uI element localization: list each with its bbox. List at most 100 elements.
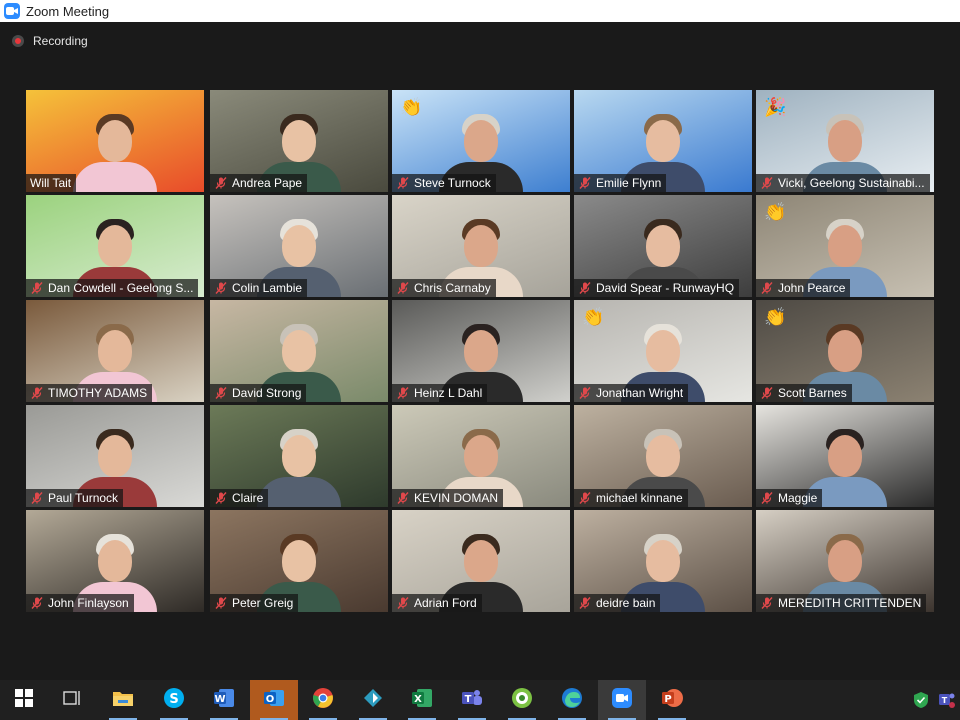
participant-nameplate: michael kinnane	[574, 489, 688, 507]
taskbar-teams-button[interactable]: T	[448, 680, 496, 720]
teams-tray-icon[interactable]: T	[936, 680, 958, 720]
zoom-camera-icon	[4, 3, 20, 19]
participant-tile[interactable]: MEREDITH CRITTENDEN	[756, 510, 934, 612]
muted-microphone-icon	[31, 492, 43, 504]
participant-name: David Strong	[232, 386, 302, 400]
participant-nameplate: Andrea Pape	[210, 174, 308, 192]
taskbar-excel-button[interactable]: X	[398, 680, 446, 720]
taskbar-greenshot-button[interactable]	[498, 680, 546, 720]
participant-tile[interactable]: Maggie	[756, 405, 934, 507]
participant-name: KEVIN DOMAN	[414, 491, 499, 505]
participant-tile[interactable]: deidre bain	[574, 510, 752, 612]
participant-tile[interactable]: Chris Carnaby	[392, 195, 570, 297]
participant-name: Vicki, Geelong Sustainabi...	[778, 176, 925, 190]
participant-name: Adrian Ford	[414, 596, 477, 610]
participant-tile[interactable]: Dan Cowdell - Geelong S...	[26, 195, 204, 297]
participant-tile[interactable]: michael kinnane	[574, 405, 752, 507]
participant-tile[interactable]: Peter Greig	[210, 510, 388, 612]
participant-tile[interactable]: Heinz L Dahl	[392, 300, 570, 402]
taskbar-task-view-button[interactable]	[48, 680, 96, 720]
recording-indicator[interactable]: Recording	[12, 34, 88, 48]
participant-name: John Finlayson	[48, 596, 129, 610]
excel-icon: X	[411, 687, 433, 714]
svg-text:T: T	[465, 694, 472, 705]
participant-name: Scott Barnes	[778, 386, 847, 400]
participant-name: TIMOTHY ADAMS	[48, 386, 148, 400]
participant-nameplate: Scott Barnes	[756, 384, 852, 402]
muted-microphone-icon	[579, 597, 591, 609]
participant-tile[interactable]: Adrian Ford	[392, 510, 570, 612]
participant-name: Jonathan Wright	[596, 386, 684, 400]
muted-microphone-icon	[397, 492, 409, 504]
participant-tile[interactable]: 👏 Jonathan Wright	[574, 300, 752, 402]
reaction-emoji: 👏	[764, 307, 787, 327]
participant-name: Will Tait	[30, 176, 72, 190]
reaction-emoji: 🎉	[764, 97, 787, 117]
muted-microphone-icon	[761, 177, 773, 189]
participant-nameplate: Heinz L Dahl	[392, 384, 488, 402]
muted-microphone-icon	[397, 282, 409, 294]
muted-microphone-icon	[579, 177, 591, 189]
participant-tile[interactable]: David Spear - RunwayHQ	[574, 195, 752, 297]
participant-tile[interactable]: Paul Turnock	[26, 405, 204, 507]
participant-name: Steve Turnock	[414, 176, 491, 190]
muted-microphone-icon	[215, 177, 227, 189]
taskbar-outlook-button[interactable]: O	[250, 680, 298, 720]
participant-tile[interactable]: TIMOTHY ADAMS	[26, 300, 204, 402]
participant-name: John Pearce	[778, 281, 846, 295]
taskbar-skype-button[interactable]: S	[150, 680, 198, 720]
muted-microphone-icon	[31, 387, 43, 399]
participant-nameplate: Vicki, Geelong Sustainabi...	[756, 174, 930, 192]
participant-tile[interactable]: 👏 Scott Barnes	[756, 300, 934, 402]
muted-microphone-icon	[397, 177, 409, 189]
participant-tile[interactable]: 👏 John Pearce	[756, 195, 934, 297]
participant-tile[interactable]: 🎉 Vicki, Geelong Sustainabi...	[756, 90, 934, 192]
participant-video-figure	[257, 425, 341, 507]
participant-tile[interactable]: Will Tait	[26, 90, 204, 192]
taskbar-zoom-button[interactable]	[598, 680, 646, 720]
participant-name: MEREDITH CRITTENDEN	[778, 596, 922, 610]
skype-icon: S	[163, 687, 185, 714]
participant-name: Maggie	[778, 491, 818, 505]
taskbar-word-button[interactable]: W	[200, 680, 248, 720]
participant-nameplate: MEREDITH CRITTENDEN	[756, 594, 927, 612]
windows-start-icon	[15, 688, 33, 712]
muted-microphone-icon	[761, 387, 773, 399]
participant-tile[interactable]: John Finlayson	[26, 510, 204, 612]
word-icon: W	[213, 687, 235, 714]
participant-nameplate: Colin Lambie	[210, 279, 308, 297]
taskbar-edge-button[interactable]	[548, 680, 596, 720]
security-shield-icon[interactable]	[910, 680, 932, 720]
participant-tile[interactable]: Andrea Pape	[210, 90, 388, 192]
participant-nameplate: Maggie	[756, 489, 823, 507]
taskbar-file-explorer-button[interactable]	[99, 680, 147, 720]
taskbar-chrome-button[interactable]	[299, 680, 347, 720]
participant-nameplate: John Pearce	[756, 279, 851, 297]
participant-nameplate: Dan Cowdell - Geelong S...	[26, 279, 199, 297]
reaction-emoji: 👏	[582, 307, 605, 327]
muted-microphone-icon	[31, 282, 43, 294]
muted-microphone-icon	[761, 597, 773, 609]
taskbar-windows-start-button[interactable]	[0, 680, 48, 720]
participant-nameplate: Adrian Ford	[392, 594, 482, 612]
taskbar-filmora-button[interactable]	[349, 680, 397, 720]
taskbar-powerpoint-button[interactable]: P	[648, 680, 696, 720]
gallery-view: Will Tait Andrea Pape 👏 Steve Turnock Emilie…	[26, 90, 934, 612]
participant-nameplate: Emilie Flynn	[574, 174, 667, 192]
svg-text:X: X	[414, 694, 422, 705]
participant-nameplate: Jonathan Wright	[574, 384, 689, 402]
svg-text:O: O	[266, 694, 275, 705]
outlook-icon: O	[263, 687, 285, 714]
participant-tile[interactable]: David Strong	[210, 300, 388, 402]
muted-microphone-icon	[579, 387, 591, 399]
muted-microphone-icon	[397, 597, 409, 609]
participant-tile[interactable]: KEVIN DOMAN	[392, 405, 570, 507]
participant-tile[interactable]: Colin Lambie	[210, 195, 388, 297]
zoom-icon	[611, 687, 633, 714]
participant-nameplate: Peter Greig	[210, 594, 299, 612]
participant-tile[interactable]: Claire	[210, 405, 388, 507]
teams-icon: T	[461, 687, 483, 714]
participant-name: Emilie Flynn	[596, 176, 662, 190]
participant-tile[interactable]: 👏 Steve Turnock	[392, 90, 570, 192]
participant-tile[interactable]: Emilie Flynn	[574, 90, 752, 192]
